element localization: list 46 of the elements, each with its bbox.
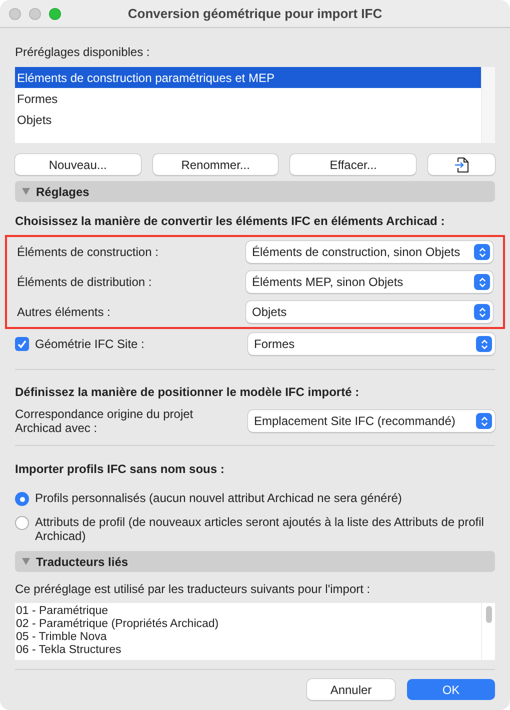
list-label: Ce préréglage est utilisé par les traducteurs suivants pour l'import :	[15, 581, 372, 598]
field-label: Autres éléments :	[17, 304, 110, 321]
radio-label: Profils personnalisés (aucun nouvel attribut Archicad ne sera généré)	[35, 491, 402, 505]
list-item[interactable]: 06 - Tekla Structures	[16, 644, 480, 657]
chevron-icon	[474, 274, 490, 290]
list-item[interactable]: Eléments de construction paramétriques et MEP	[15, 67, 481, 88]
list-label: Préréglages disponibles :	[15, 44, 151, 61]
button[interactable]: Nouveau...	[15, 154, 141, 175]
list-item[interactable]: 01 - Paramétrique	[16, 605, 480, 618]
radio-label: Attributs de profil (de nouveaux articles seront ajoutés à la liste des Attributs de profil Archicad)	[35, 515, 485, 543]
window-title: Conversion géométrique pour import IFC	[126, 4, 384, 23]
checkbox-label: Géométrie IFC Site :	[35, 336, 144, 353]
dropdown[interactable]: Éléments de construction, sinon Objets	[246, 241, 493, 263]
field-label: Éléments de construction :	[17, 244, 158, 261]
window-control-icon[interactable]	[49, 8, 61, 20]
section-heading: Importer profils IFC sans nom sous :	[15, 461, 226, 478]
window-control-icon[interactable]	[9, 8, 21, 20]
list-item[interactable]: Objets	[15, 109, 481, 130]
dropdown[interactable]: Emplacement Site IFC (recommandé)	[248, 410, 495, 432]
section-header[interactable]: Réglages	[15, 181, 495, 202]
file-import-icon	[454, 156, 469, 172]
chevron-icon	[474, 304, 490, 320]
field-label: Correspondance origine du projet Archicad avec :	[15, 407, 194, 435]
list-item[interactable]: 05 - Trimble Nova	[16, 631, 480, 644]
scrollbar-thumb[interactable]	[486, 606, 492, 623]
import-button[interactable]	[428, 154, 495, 175]
chevron-icon	[476, 336, 492, 352]
button[interactable]: Effacer...	[290, 154, 416, 175]
section-header[interactable]: Traducteurs liés	[15, 551, 495, 572]
dropdown[interactable]: Formes	[248, 333, 495, 355]
radio-button[interactable]	[15, 492, 29, 506]
list-item[interactable]: Formes	[15, 88, 481, 109]
radio-button[interactable]	[15, 516, 29, 530]
chevron-icon	[474, 244, 490, 260]
section-heading: Choisissez la manière de convertir les éléments IFC en éléments Archicad :	[15, 213, 446, 230]
dropdown[interactable]: Éléments MEP, sinon Objets	[246, 271, 493, 293]
button[interactable]: OK	[407, 679, 495, 700]
button[interactable]: Renommer...	[152, 154, 278, 175]
section-heading: Définissez la manière de positionner le modèle IFC importé :	[15, 384, 360, 401]
field-label: Éléments de distribution :	[17, 274, 152, 291]
list-item[interactable]: 02 - Paramétrique (Propriétés Archicad)	[16, 618, 480, 631]
window-control-icon[interactable]	[29, 8, 41, 20]
dropdown[interactable]: Objets	[246, 301, 493, 323]
button[interactable]: Annuler	[307, 679, 395, 700]
chevron-icon	[476, 413, 492, 429]
checkbox[interactable]	[15, 337, 29, 351]
